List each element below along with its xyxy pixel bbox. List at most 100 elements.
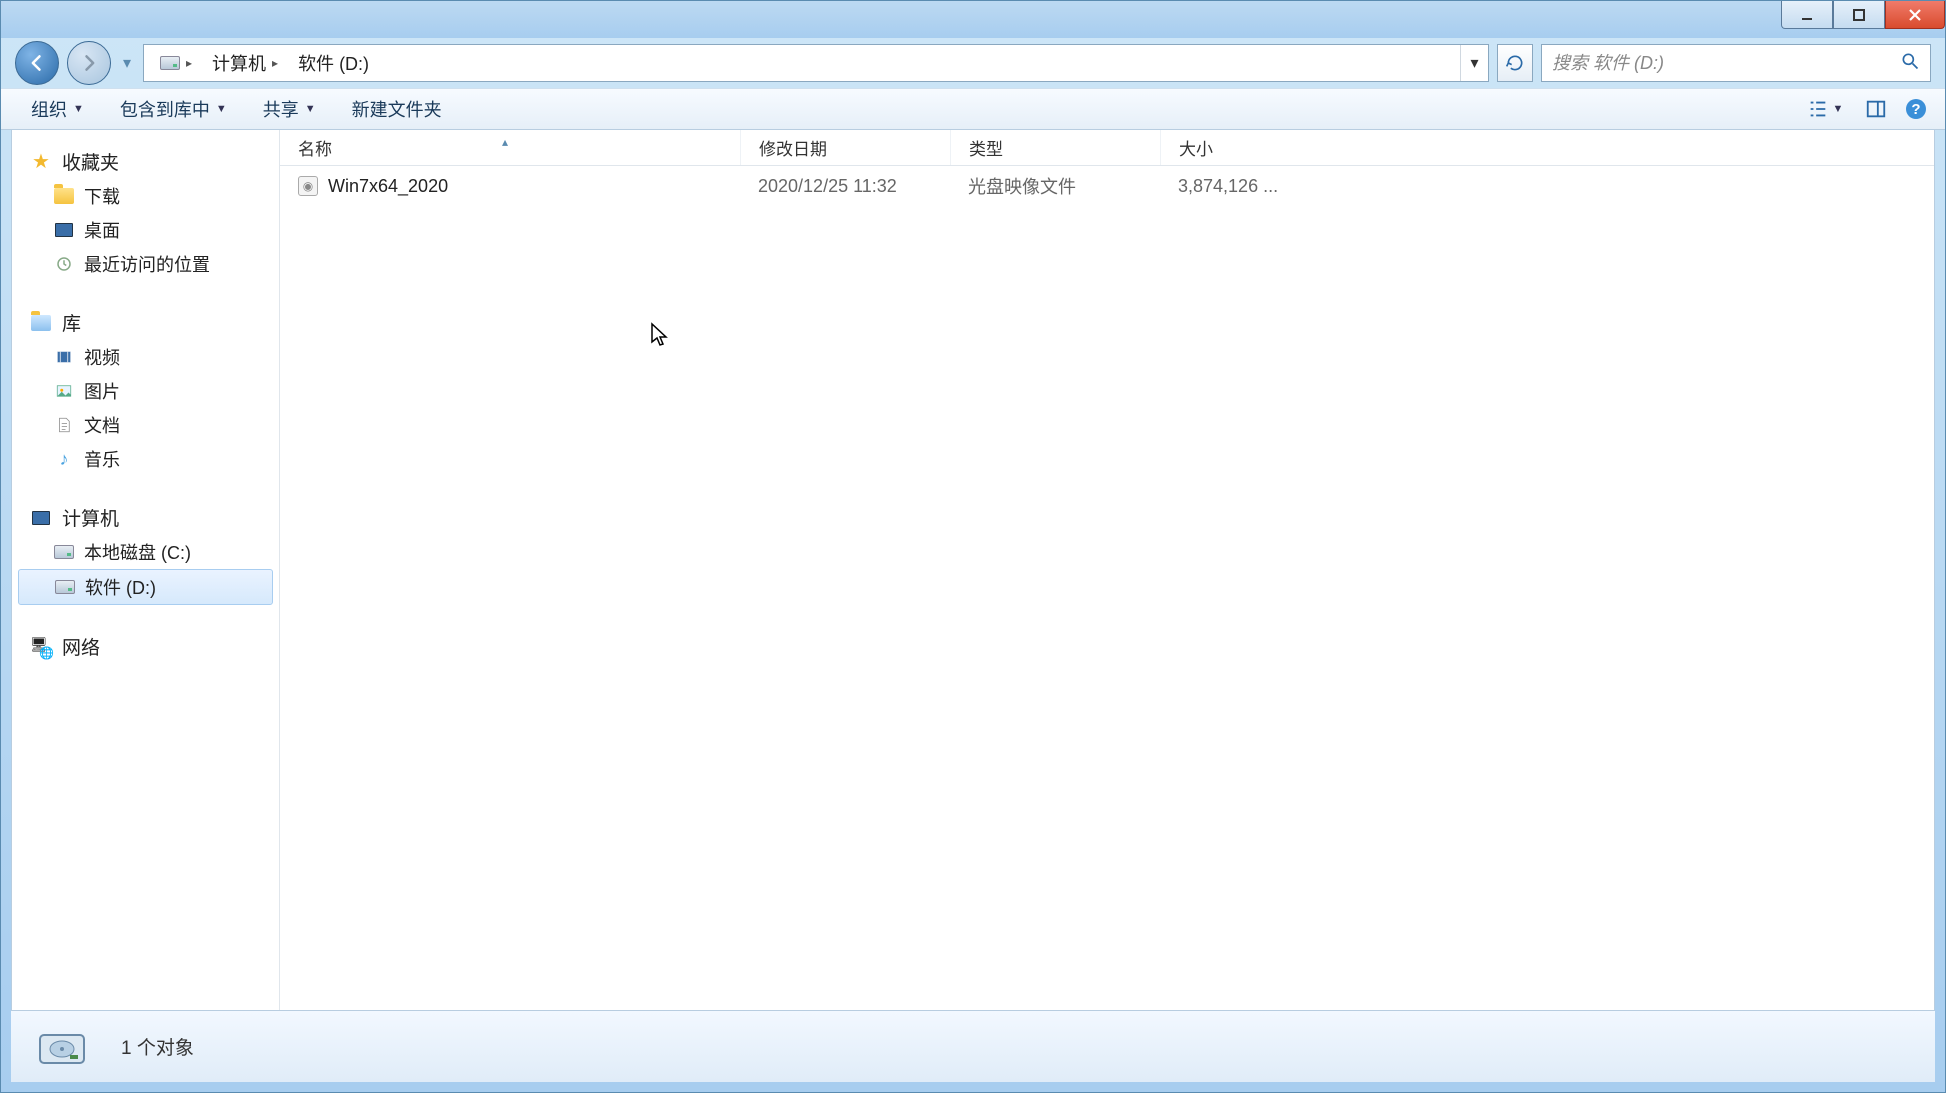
- breadcrumb-label: 计算机: [212, 50, 266, 76]
- sidebar-item-label: 最近访问的位置: [84, 251, 210, 277]
- network-icon: [30, 636, 52, 658]
- sidebar-item-label: 桌面: [84, 217, 120, 243]
- chevron-down-icon: ▼: [216, 103, 227, 115]
- iso-file-icon: ◉: [298, 176, 318, 196]
- sidebar-item-pictures[interactable]: 图片: [12, 374, 279, 408]
- nav-row: ▾ ▸ 计算机 ▸ 软件 (D:) ▾: [1, 38, 1945, 88]
- sidebar-item-label: 下载: [84, 183, 120, 209]
- maximize-button[interactable]: [1833, 1, 1885, 29]
- breadcrumb-computer[interactable]: 计算机 ▸: [202, 45, 288, 81]
- sidebar-item-local-c[interactable]: 本地磁盘 (C:): [12, 535, 279, 569]
- sidebar-item-label: 音乐: [84, 446, 120, 472]
- recent-icon: [54, 254, 74, 274]
- sidebar-item-label: 图片: [84, 378, 120, 404]
- file-name: Win7x64_2020: [328, 176, 448, 197]
- desktop-icon: [54, 220, 74, 240]
- sidebar-item-libraries[interactable]: 库: [12, 305, 279, 340]
- sidebar-item-label: 软件 (D:): [85, 574, 156, 600]
- preview-pane-button[interactable]: [1859, 92, 1893, 126]
- documents-icon: [54, 415, 74, 435]
- search-box[interactable]: [1541, 44, 1931, 82]
- sidebar-item-soft-d[interactable]: 软件 (D:): [18, 569, 273, 605]
- history-dropdown[interactable]: ▾: [119, 41, 135, 85]
- status-text: 1 个对象: [121, 1033, 194, 1060]
- sidebar-item-downloads[interactable]: 下载: [12, 179, 279, 213]
- sidebar-item-label: 本地磁盘 (C:): [84, 539, 191, 565]
- column-label: 名称: [298, 135, 332, 160]
- sidebar-item-label: 库: [62, 309, 81, 336]
- computer-icon: [30, 507, 52, 529]
- star-icon: ★: [30, 151, 52, 173]
- sidebar-item-label: 视频: [84, 344, 120, 370]
- close-button[interactable]: [1885, 1, 1945, 29]
- column-label: 类型: [969, 135, 1003, 160]
- share-button[interactable]: 共享 ▼: [245, 89, 334, 129]
- chevron-right-icon: ▸: [186, 56, 192, 70]
- network-group: 网络: [12, 629, 279, 664]
- toolbar-label: 组织: [31, 96, 67, 122]
- libraries-group: 库 视频 图片 文档 ♪ 音乐: [12, 305, 279, 476]
- toolbar: 组织 ▼ 包含到库中 ▼ 共享 ▼ 新建文件夹 ▼ ?: [1, 88, 1945, 130]
- view-mode-button[interactable]: ▼: [1797, 92, 1853, 126]
- back-button[interactable]: [15, 41, 59, 85]
- toolbar-label: 新建文件夹: [352, 96, 442, 122]
- body: ★ 收藏夹 下载 桌面 最近访问的位置: [11, 130, 1935, 1010]
- address-bar[interactable]: ▸ 计算机 ▸ 软件 (D:) ▾: [143, 44, 1489, 82]
- sidebar-item-documents[interactable]: 文档: [12, 408, 279, 442]
- drive-icon: [55, 577, 75, 597]
- forward-button[interactable]: [67, 41, 111, 85]
- refresh-button[interactable]: [1497, 44, 1533, 82]
- column-header-name[interactable]: 名称: [280, 130, 740, 165]
- refresh-icon: [1505, 53, 1525, 73]
- include-in-library-button[interactable]: 包含到库中 ▼: [102, 89, 245, 129]
- sidebar-item-recent[interactable]: 最近访问的位置: [12, 247, 279, 281]
- status-bar: 1 个对象: [11, 1010, 1935, 1082]
- toolbar-label: 包含到库中: [120, 96, 210, 122]
- column-header-type[interactable]: 类型: [950, 130, 1160, 165]
- address-dropdown[interactable]: ▾: [1460, 45, 1488, 81]
- breadcrumb-label: 软件 (D:): [298, 50, 369, 76]
- close-icon: [1908, 8, 1922, 22]
- titlebar: [1, 1, 1945, 38]
- sidebar-item-music[interactable]: ♪ 音乐: [12, 442, 279, 476]
- column-headers: 名称 修改日期 类型 大小: [280, 130, 1934, 166]
- file-row[interactable]: ◉ Win7x64_2020 2020/12/25 11:32 光盘映像文件 3…: [280, 166, 1934, 206]
- back-arrow-icon: [27, 53, 47, 73]
- search-icon[interactable]: [1900, 51, 1920, 76]
- column-header-size[interactable]: 大小: [1160, 130, 1310, 165]
- new-folder-button[interactable]: 新建文件夹: [334, 89, 460, 129]
- minimize-button[interactable]: [1781, 1, 1833, 29]
- status-drive-icon: [31, 1016, 93, 1078]
- mouse-cursor: [650, 322, 670, 353]
- sidebar-item-network[interactable]: 网络: [12, 629, 279, 664]
- chevron-down-icon: ▼: [1833, 103, 1844, 115]
- explorer-window: ▾ ▸ 计算机 ▸ 软件 (D:) ▾: [0, 0, 1946, 1093]
- chevron-right-icon: ▸: [272, 56, 278, 70]
- preview-pane-icon: [1865, 98, 1887, 120]
- search-input[interactable]: [1552, 53, 1900, 74]
- maximize-icon: [1852, 8, 1866, 22]
- videos-icon: [54, 347, 74, 367]
- sidebar-item-label: 文档: [84, 412, 120, 438]
- file-date: 2020/12/25 11:32: [740, 176, 950, 197]
- sidebar-item-videos[interactable]: 视频: [12, 340, 279, 374]
- sidebar-item-computer[interactable]: 计算机: [12, 500, 279, 535]
- column-header-date[interactable]: 修改日期: [740, 130, 950, 165]
- computer-group: 计算机 本地磁盘 (C:) 软件 (D:): [12, 500, 279, 605]
- breadcrumb-current[interactable]: 软件 (D:): [288, 45, 379, 81]
- sidebar-item-favorites[interactable]: ★ 收藏夹: [12, 144, 279, 179]
- column-label: 大小: [1179, 135, 1213, 160]
- chevron-down-icon: ▼: [73, 103, 84, 115]
- svg-text:?: ?: [1911, 101, 1920, 118]
- chevron-down-icon: ▼: [305, 103, 316, 115]
- help-button[interactable]: ?: [1899, 92, 1933, 126]
- forward-arrow-icon: [79, 53, 99, 73]
- libraries-icon: [30, 312, 52, 334]
- drive-icon: [160, 56, 180, 70]
- help-icon: ?: [1904, 97, 1928, 121]
- favorites-group: ★ 收藏夹 下载 桌面 最近访问的位置: [12, 144, 279, 281]
- sidebar-item-desktop[interactable]: 桌面: [12, 213, 279, 247]
- sidebar-item-label: 计算机: [62, 504, 119, 531]
- organize-button[interactable]: 组织 ▼: [13, 89, 102, 129]
- file-type: 光盘映像文件: [950, 173, 1160, 199]
